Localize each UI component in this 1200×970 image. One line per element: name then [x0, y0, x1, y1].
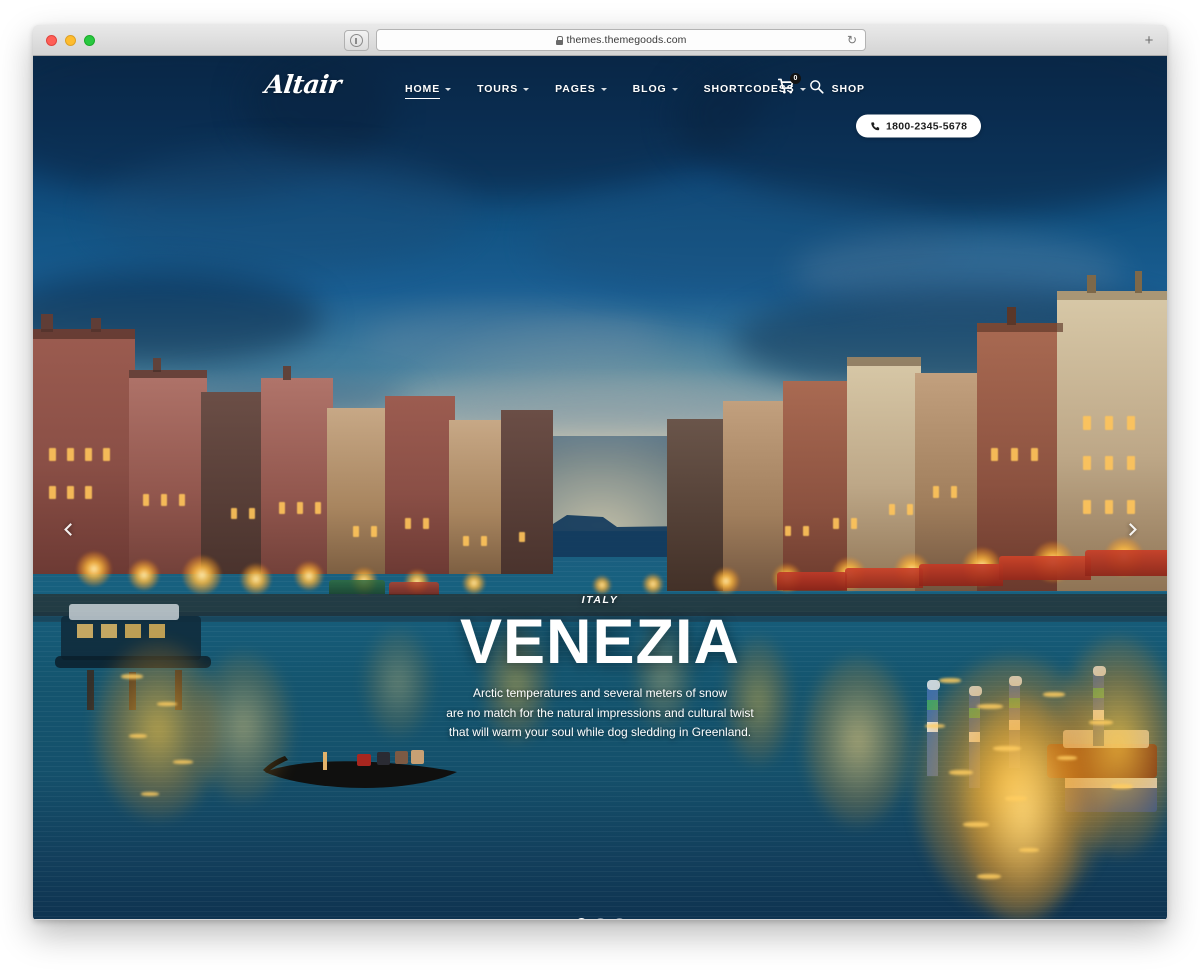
url-text: themes.themegoods.com — [566, 34, 687, 46]
padlock-icon — [555, 35, 563, 45]
nav-tools: 0 — [778, 73, 824, 95]
nav-label-pages: PAGES — [555, 83, 596, 95]
nav-item-home[interactable]: HOME — [405, 83, 452, 99]
nav-item-blog[interactable]: BLOG — [633, 83, 678, 98]
chevron-right-icon — [1123, 522, 1137, 536]
hero-description-line: are no match for the natural impressions… — [446, 705, 754, 720]
slider-dot-1[interactable] — [575, 918, 587, 919]
chevron-left-icon — [63, 522, 77, 536]
browser-toolbar: themes.themegoods.com ↻ + — [33, 25, 1167, 56]
reload-icon[interactable]: ↻ — [847, 34, 858, 46]
hero-caption: ITALY VENEZIA Arctic temperatures and se… — [33, 594, 1167, 743]
slider-dot-2[interactable] — [594, 918, 606, 919]
phone-number: 1800-2345-5678 — [886, 120, 968, 132]
nav-label-home: HOME — [405, 83, 441, 95]
nav-label-shop: SHOP — [831, 83, 865, 95]
slider-dot-3[interactable] — [613, 918, 625, 919]
hero-eyebrow: ITALY — [581, 594, 619, 606]
phone-icon — [871, 121, 880, 130]
hero-title: VENEZIA — [459, 607, 741, 677]
hero-description-line: Arctic temperatures and several meters o… — [472, 686, 728, 701]
close-window-button[interactable] — [46, 35, 57, 46]
gondola — [263, 750, 457, 788]
reader-view-button[interactable] — [344, 30, 369, 51]
minimize-window-button[interactable] — [65, 35, 76, 46]
right-buildings — [667, 271, 1167, 592]
search-icon — [810, 80, 824, 94]
nav-item-shop[interactable]: SHOP — [832, 83, 865, 98]
chevron-down-icon — [600, 88, 607, 91]
slider-pagination — [33, 918, 1167, 919]
page-viewport: Altair HOME TOURS PAGES BLOG SHORTCODESS… — [33, 56, 1167, 919]
cloud — [93, 151, 473, 271]
chevron-down-icon — [445, 88, 452, 91]
phone-button[interactable]: 1800-2345-5678 — [856, 114, 982, 138]
nav-label-tours: TOURS — [477, 83, 519, 95]
chevron-down-icon — [671, 88, 678, 91]
maximize-window-button[interactable] — [84, 35, 95, 46]
chevron-down-icon — [523, 88, 530, 91]
nav-item-tours[interactable]: TOURS — [477, 83, 530, 98]
hero-description-line: that will warm your soul while dog sledd… — [448, 725, 752, 740]
window-controls — [46, 35, 95, 46]
cart-button[interactable]: 0 — [778, 73, 801, 95]
new-tab-button[interactable]: + — [1139, 30, 1159, 51]
slider-prev-button[interactable] — [57, 516, 83, 542]
reader-view-icon — [350, 34, 363, 47]
nav-label-blog: BLOG — [632, 83, 667, 95]
nav-item-pages[interactable]: PAGES — [555, 83, 607, 98]
left-buildings — [33, 313, 553, 574]
slider-next-button[interactable] — [1117, 516, 1143, 542]
site-logo[interactable]: Altair — [263, 70, 342, 99]
hero-description: Arctic temperatures and several meters o… — [33, 684, 1167, 742]
browser-window: themes.themegoods.com ↻ + Altair HOME TO… — [33, 25, 1167, 920]
search-button[interactable] — [809, 79, 824, 94]
cart-count-badge: 0 — [790, 73, 801, 84]
site-navigation: Altair HOME TOURS PAGES BLOG SHORTCODESS… — [33, 56, 1167, 138]
address-bar[interactable]: themes.themegoods.com ↻ — [376, 29, 866, 51]
